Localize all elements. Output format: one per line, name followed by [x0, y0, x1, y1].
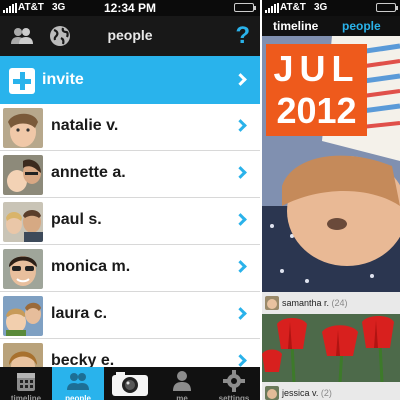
- battery-icon: [376, 3, 398, 12]
- person-icon: [173, 371, 191, 391]
- date-month: JUL: [273, 48, 360, 89]
- post-caption[interactable]: jessica v. (2): [262, 382, 400, 400]
- avatar: [265, 386, 279, 400]
- avatar: [3, 155, 43, 195]
- chevron-right-icon: [234, 354, 247, 367]
- tab-timeline[interactable]: timeline: [0, 367, 52, 400]
- people-icon: [67, 373, 89, 390]
- chevron-right-icon: [234, 166, 247, 179]
- tab-label: me: [176, 394, 188, 400]
- avatar: [3, 108, 43, 148]
- timeline-photo[interactable]: JUL 2012: [262, 36, 400, 292]
- chevron-right-icon: [234, 213, 247, 226]
- tab-label: people: [65, 394, 91, 400]
- date-badge: JUL 2012: [266, 44, 367, 136]
- clock: 12:34 PM: [103, 1, 157, 15]
- avatar: [3, 249, 43, 289]
- timeline-photo[interactable]: [262, 314, 400, 382]
- tab-label: settings: [218, 394, 250, 400]
- person-name: natalie v.: [51, 117, 119, 134]
- status-bar: AT&T 3G 12:34 PM: [0, 0, 260, 16]
- plus-icon: [9, 68, 35, 94]
- carrier-label: AT&T: [280, 2, 306, 13]
- tab-camera[interactable]: [104, 367, 156, 400]
- list-item[interactable]: annette a.: [0, 151, 260, 198]
- avatar: [265, 296, 279, 310]
- tab-settings[interactable]: settings: [208, 367, 260, 400]
- post-count: (24): [331, 298, 348, 308]
- list-item[interactable]: paul s.: [0, 198, 260, 245]
- person-name: laura c.: [51, 305, 108, 322]
- invite-button[interactable]: invite: [0, 56, 260, 104]
- battery-icon: [234, 3, 256, 12]
- list-item[interactable]: natalie v.: [0, 104, 260, 151]
- help-button[interactable]: ?: [235, 22, 250, 50]
- list-item[interactable]: monica m.: [0, 245, 260, 292]
- invite-label: invite: [42, 71, 84, 88]
- post-caption[interactable]: samantha r. (24): [262, 292, 400, 314]
- nav-bar: people ?: [0, 16, 260, 56]
- date-year: 2012: [276, 90, 357, 131]
- camera-icon: [112, 372, 148, 396]
- signal-icon: [265, 3, 279, 13]
- page-title: people: [107, 27, 153, 43]
- chevron-right-icon: [234, 260, 247, 273]
- avatar: [3, 296, 43, 336]
- people-list: invite natalie v. annette a. paul s. mon…: [0, 56, 260, 386]
- person-name: monica m.: [51, 258, 131, 275]
- avatar: [3, 202, 43, 242]
- gear-icon: [223, 370, 245, 392]
- person-name: paul s.: [51, 211, 102, 228]
- post-author: samantha r.: [282, 298, 330, 308]
- tab-timeline[interactable]: timeline: [273, 19, 318, 33]
- tab-label: timeline: [10, 394, 42, 400]
- network-label: 3G: [314, 2, 328, 13]
- person-name: annette a.: [51, 164, 126, 181]
- tab-bar: timeline people me settings: [0, 367, 260, 400]
- chevron-right-icon: [234, 307, 247, 320]
- post-author: jessica v.: [282, 388, 319, 398]
- status-bar: AT&T 3G: [262, 0, 400, 16]
- tab-me[interactable]: me: [156, 367, 208, 400]
- post-count: (2): [320, 388, 332, 398]
- timeline-screen: AT&T 3G timeline people JUL 2012 samanth…: [262, 0, 400, 400]
- chevron-right-icon: [234, 73, 247, 86]
- calendar-icon: [17, 373, 35, 391]
- tab-people[interactable]: people: [342, 19, 381, 33]
- people-screen: AT&T 3G 12:34 PM people ? invite natalie…: [0, 0, 260, 400]
- segment-nav: timeline people: [262, 16, 400, 36]
- chevron-right-icon: [234, 119, 247, 132]
- tab-people[interactable]: people: [52, 367, 104, 400]
- tulips-photo: [262, 314, 400, 382]
- list-item[interactable]: laura c.: [0, 292, 260, 339]
